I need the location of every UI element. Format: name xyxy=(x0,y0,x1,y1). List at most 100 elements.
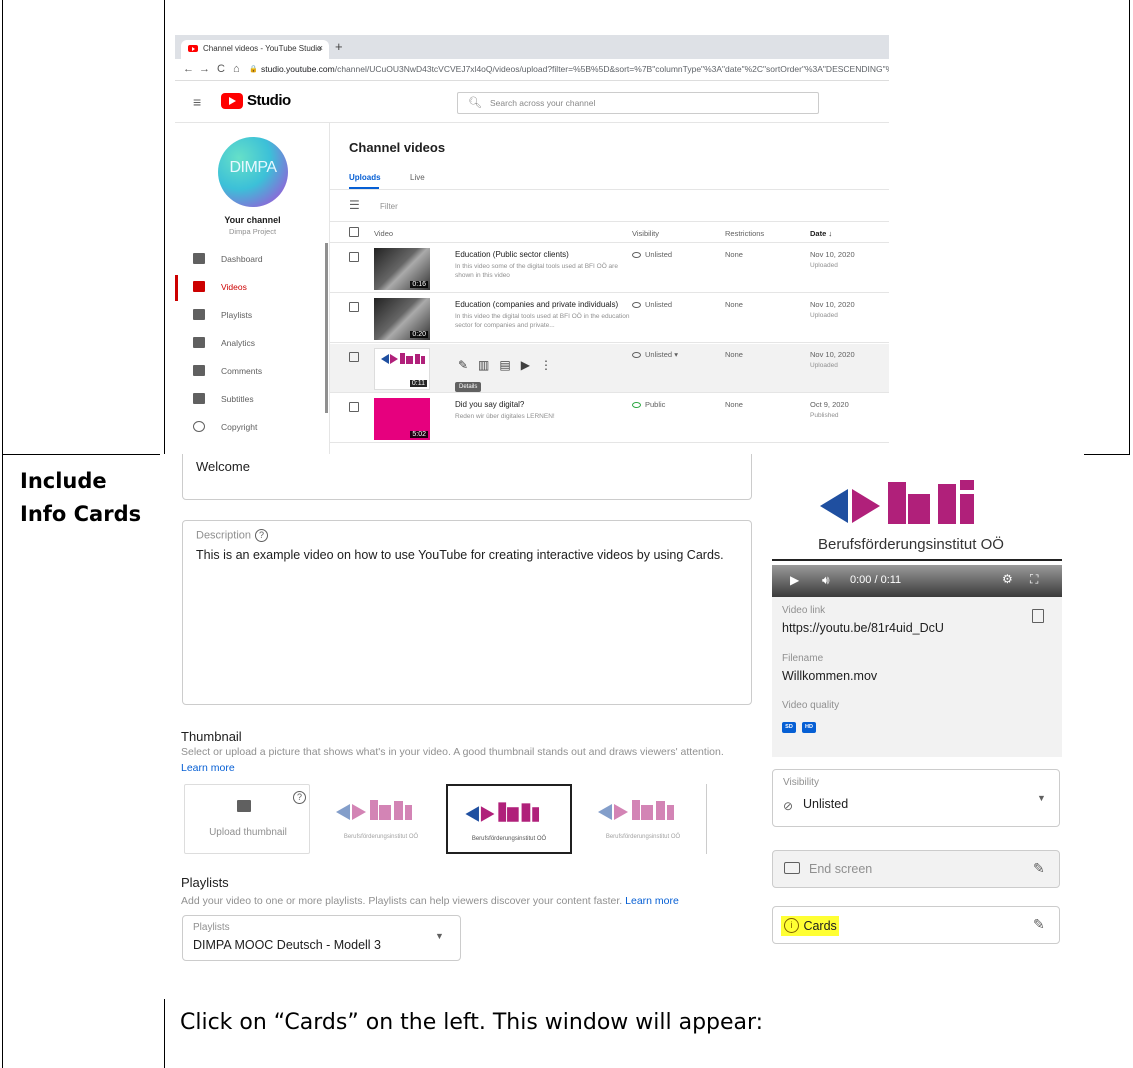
visibility-field-label: Visibility xyxy=(783,777,819,788)
analytics-icon xyxy=(193,337,205,348)
visibility-status[interactable]: Unlisted ▾ xyxy=(632,350,678,359)
url-field[interactable]: studio.youtube.com/channel/UCuOU3NwD43tc… xyxy=(261,64,889,74)
description-field[interactable]: Description? This is an example video on… xyxy=(182,520,752,705)
sidebar-item-copyright[interactable]: Copyright xyxy=(175,415,330,441)
visibility-status[interactable]: Public xyxy=(632,400,665,409)
select-all-checkbox[interactable] xyxy=(349,227,359,237)
video-thumbnail[interactable]: 0:16 xyxy=(374,248,430,290)
unlisted-icon xyxy=(632,352,641,359)
visibility-label: Unlisted xyxy=(645,250,673,259)
fullscreen-icon[interactable]: ⛶ xyxy=(1030,572,1038,587)
video-duration: 0:20 xyxy=(410,331,428,338)
visibility-dropdown[interactable]: Visibility ⊘ Unlisted ▼ xyxy=(772,769,1060,827)
table-row[interactable]: 5:02 Did you say digital? Reden wir über… xyxy=(330,394,889,443)
edit-pencil-icon[interactable]: ✎ xyxy=(1033,860,1045,877)
new-tab-icon[interactable]: + xyxy=(335,39,343,54)
sidebar-item-playlists[interactable]: Playlists xyxy=(175,303,330,329)
playlists-learn-more-link[interactable]: Learn more xyxy=(625,895,679,907)
tabs-divider xyxy=(330,189,889,190)
video-player[interactable]: Berufsförderungsinstitut OÖ ▶ 🔊︎ 0:00 / … xyxy=(772,454,1062,597)
sidebar-item-comments[interactable]: Comments xyxy=(175,359,330,385)
browser-tab[interactable]: Channel videos - YouTube Studio × xyxy=(181,40,329,59)
sidebar-item-label: Copyright xyxy=(221,422,258,432)
restrictions-value: None xyxy=(725,250,743,259)
table-row[interactable]: 0:20 Education (companies and private in… xyxy=(330,294,889,343)
title-field[interactable]: Welcome xyxy=(182,454,752,500)
bfi-logo-icon xyxy=(336,800,412,820)
column-date-sort[interactable]: Date ↓ xyxy=(810,229,832,238)
playlists-dropdown[interactable]: Playlists DIMPA MOOC Deutsch - Modell 3 … xyxy=(182,915,461,961)
cards-label: Cards xyxy=(803,918,837,933)
row-checkbox[interactable] xyxy=(349,252,359,262)
reload-icon[interactable]: C xyxy=(217,63,225,75)
filter-icon[interactable]: ☰ xyxy=(349,198,360,212)
settings-icon[interactable]: ⚙ xyxy=(1002,572,1013,586)
sidebar: DIMPA Your channel Dimpa Project Dashboa… xyxy=(175,123,330,455)
thumbnail-strip-edge xyxy=(706,784,707,854)
filter-input[interactable]: Filter xyxy=(380,202,398,211)
video-link[interactable]: https://youtu.be/81r4uid_DcU xyxy=(782,621,944,635)
tab-close-icon[interactable]: × xyxy=(318,43,323,53)
edit-pencil-icon[interactable]: ✎ xyxy=(1033,916,1045,933)
auto-thumbnail-option[interactable]: Berufsförderungsinstitut OÖ xyxy=(580,784,706,854)
title-value: Welcome xyxy=(196,459,250,474)
thumbnail-caption: Berufsförderungsinstitut OÖ xyxy=(605,834,681,840)
sidebar-item-label: Comments xyxy=(221,366,263,376)
row-action-icons[interactable]: ✎▥▤▶⋮ xyxy=(458,358,562,372)
youtube-favicon-icon xyxy=(188,45,198,52)
channel-avatar[interactable]: DIMPA xyxy=(218,137,288,207)
visibility-field-value: Unlisted xyxy=(803,797,849,811)
search-input[interactable]: 🔍︎ Search across your channel xyxy=(457,92,819,114)
end-screen-button[interactable]: End screen ✎ xyxy=(772,850,1060,888)
back-icon[interactable]: ← xyxy=(183,63,194,75)
cards-button[interactable]: i Cards ✎ xyxy=(772,906,1060,944)
forward-icon[interactable]: → xyxy=(199,63,210,75)
video-title[interactable]: Education (companies and private individ… xyxy=(455,300,618,309)
description-label: Description? xyxy=(196,529,269,542)
home-icon[interactable]: ⌂ xyxy=(233,63,240,75)
table-row[interactable]: 0:16 Education (Public sector clients) I… xyxy=(330,244,889,293)
tab-live[interactable]: Live xyxy=(410,173,425,182)
playlists-description-text: Add your video to one or more playlists.… xyxy=(181,895,623,907)
video-title[interactable]: Did you say digital? xyxy=(455,400,524,409)
sidebar-item-dashboard[interactable]: Dashboard xyxy=(175,247,330,273)
visibility-status[interactable]: Unlisted xyxy=(632,250,672,259)
visibility-label: Public xyxy=(645,400,666,409)
help-icon[interactable]: ? xyxy=(293,791,306,804)
sidebar-scrollbar[interactable] xyxy=(325,243,328,413)
tab-uploads[interactable]: Uploads xyxy=(349,173,381,182)
thumbnail-learn-more-link[interactable]: Learn more xyxy=(181,762,235,774)
videos-icon xyxy=(193,281,205,292)
auto-thumbnail-option[interactable]: Berufsförderungsinstitut OÖ xyxy=(318,784,444,854)
visibility-status[interactable]: Unlisted xyxy=(632,300,672,309)
upload-thumbnail-button[interactable]: ? Upload thumbnail xyxy=(184,784,310,854)
sidebar-item-subtitles[interactable]: Subtitles xyxy=(175,387,330,413)
row-label: Include Info Cards xyxy=(20,469,142,526)
video-thumbnail[interactable]: 0:20 xyxy=(374,298,430,340)
sidebar-item-analytics[interactable]: Analytics xyxy=(175,331,330,357)
row-checkbox[interactable] xyxy=(349,302,359,312)
eye-off-icon: ⊘ xyxy=(783,799,794,813)
youtube-logo-icon[interactable] xyxy=(221,93,243,109)
video-title[interactable]: Education (Public sector clients) xyxy=(455,250,569,259)
table-border-left xyxy=(2,0,3,1068)
video-thumbnail[interactable]: 0:11 xyxy=(374,348,430,390)
sidebar-item-label: Videos xyxy=(221,282,247,292)
copy-icon[interactable] xyxy=(1032,609,1044,623)
chevron-down-icon: ▼ xyxy=(1037,793,1046,803)
url-host: studio.youtube.com xyxy=(261,64,335,74)
table-row[interactable]: 0:11 ✎▥▤▶⋮ Details Unlisted ▾ None Nov 1… xyxy=(330,344,889,393)
play-icon[interactable]: ▶ xyxy=(790,573,799,587)
video-status: Uploaded xyxy=(810,262,838,269)
help-icon[interactable]: ? xyxy=(255,529,269,542)
video-date: Nov 10, 2020 xyxy=(810,350,855,359)
video-thumbnail[interactable]: 5:02 xyxy=(374,398,430,440)
volume-icon[interactable]: 🔊︎ xyxy=(822,573,830,588)
row-checkbox[interactable] xyxy=(349,402,359,412)
auto-thumbnail-option-selected[interactable]: Berufsförderungsinstitut OÖ xyxy=(446,784,572,854)
player-controls: ▶ 🔊︎ 0:00 / 0:11 ⚙ ⛶ xyxy=(772,565,1062,597)
studio-header: ≡ Studio 🔍︎ Search across your channel xyxy=(175,81,889,123)
row-checkbox[interactable] xyxy=(349,352,359,362)
menu-icon[interactable]: ≡ xyxy=(193,94,201,110)
sidebar-item-videos[interactable]: Videos xyxy=(175,275,330,301)
